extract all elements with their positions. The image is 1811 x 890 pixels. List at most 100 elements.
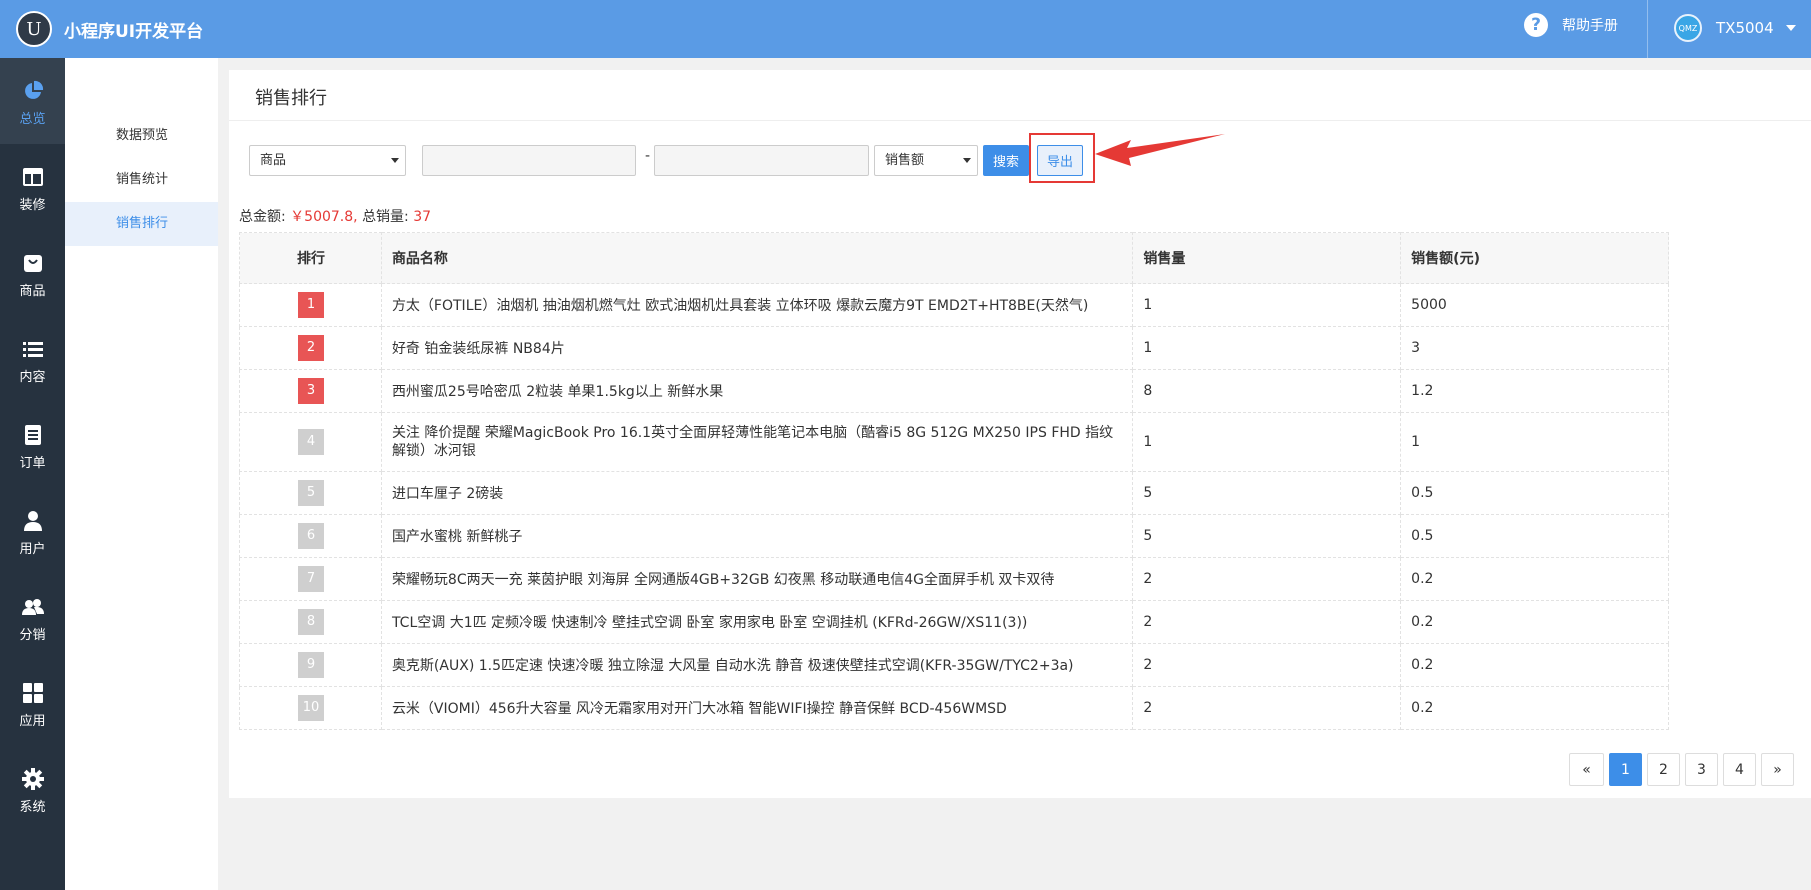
page-button-2[interactable]: 2 — [1647, 753, 1680, 786]
layout-icon — [22, 168, 43, 186]
start-input[interactable] — [422, 145, 636, 176]
product-name: 云米（VIOMI）456升大容量 风冷无霜家用对开门大冰箱 智能WIFI操控 静… — [380, 686, 1134, 730]
sidebar-item-label: 用户 — [19, 542, 46, 557]
table-row: 5 进口车厘子 2磅装 5 0.5 — [239, 471, 1669, 515]
user-icon — [23, 511, 42, 531]
sidebar-item-label: 装修 — [19, 198, 46, 213]
sidebar-item-label: 商品 — [19, 284, 46, 299]
chevron-down-icon — [963, 158, 971, 163]
product-name: TCL空调 大1匹 定频冷暖 快速制冷 壁挂式空调 卧室 家用家电 卧室 空调挂… — [380, 600, 1134, 644]
caret-down-icon — [1785, 25, 1796, 31]
table-row: 8 TCL空调 大1匹 定频冷暖 快速制冷 壁挂式空调 卧室 家用家电 卧室 空… — [239, 600, 1669, 644]
header-quantity: 销售量 — [1132, 232, 1402, 284]
table-row: 1 方太（FOTILE）油烟机 抽油烟机燃气灶 欧式油烟机灶具套装 立体环吸 爆… — [239, 283, 1669, 327]
table-row: 9 奥克斯(AUX) 1.5匹定速 快速冷暖 独立除湿 大风量 自动水洗 静音 … — [239, 643, 1669, 687]
metric-select[interactable]: 销售额 — [874, 145, 978, 176]
rank-badge: 2 — [298, 335, 324, 361]
document-icon — [24, 425, 41, 445]
rank-badge: 1 — [298, 292, 324, 318]
rank-badge: 7 — [298, 566, 324, 592]
sidebar-item-label: 总览 — [19, 112, 46, 127]
sidebar-item-label: 系统 — [19, 800, 46, 815]
amount: 1.2 — [1400, 369, 1669, 413]
sidebar-item-system[interactable]: 系统 — [0, 746, 65, 832]
rank-badge: 5 — [298, 480, 324, 506]
amount: 0.2 — [1400, 643, 1669, 687]
subnav-item-sales-stats[interactable]: 销售统计 — [65, 158, 218, 202]
avatar: QMZ — [1674, 14, 1702, 42]
main-panel: 销售排行 商品 - 销售额 搜索 导出 总金额: ￥5007.8, 总销量: 3… — [229, 70, 1811, 798]
header-amount: 销售额(元) — [1400, 232, 1669, 284]
quantity: 5 — [1132, 514, 1402, 558]
sidebar-item-label: 分销 — [19, 628, 46, 643]
help-link[interactable]: ? 帮助手册 — [1524, 13, 1618, 37]
chevron-down-icon — [391, 158, 399, 163]
amount: 0.2 — [1400, 557, 1669, 601]
sidebar-item-decoration[interactable]: 装修 — [0, 144, 65, 230]
page-button-4[interactable]: 4 — [1723, 753, 1756, 786]
sidebar-item-label: 应用 — [19, 714, 46, 729]
amount: 0.2 — [1400, 600, 1669, 644]
user-menu[interactable]: QMZ TX5004 — [1674, 14, 1796, 42]
ranking-table: 排行 商品名称 销售量 销售额(元) 1 方太（FOTILE）油烟机 抽油烟机燃… — [239, 232, 1669, 730]
table-row: 3 西州蜜瓜25号哈密瓜 2粒装 单果1.5kg以上 新鲜水果 8 1.2 — [239, 369, 1669, 413]
table-row: 2 好奇 铂金装纸尿裤 NB84片 1 3 — [239, 326, 1669, 370]
product-name: 奥克斯(AUX) 1.5匹定速 快速冷暖 独立除湿 大风量 自动水洗 静音 极速… — [380, 643, 1134, 687]
amount: 0.5 — [1400, 471, 1669, 515]
search-button[interactable]: 搜索 — [983, 145, 1029, 176]
page-button-3[interactable]: 3 — [1685, 753, 1718, 786]
logo-glyph: U — [26, 18, 42, 40]
metric-select-value: 销售额 — [885, 153, 925, 168]
rank-badge: 4 — [298, 429, 324, 455]
sidebar-item-content[interactable]: 内容 — [0, 316, 65, 402]
header-product-name: 商品名称 — [380, 232, 1134, 284]
gear-icon — [21, 768, 44, 790]
quantity: 1 — [1132, 283, 1402, 327]
header-rank: 排行 — [239, 232, 382, 284]
header-divider — [1647, 0, 1648, 58]
quantity: 2 — [1132, 686, 1402, 730]
rank-badge: 8 — [298, 609, 324, 635]
bag-icon — [23, 255, 42, 272]
subnav-item-data-preview[interactable]: 数据预览 — [65, 114, 218, 158]
list-icon — [22, 342, 43, 357]
product-name: 关注 降价提醒 荣耀MagicBook Pro 16.1英寸全面屏轻薄性能笔记本… — [380, 412, 1134, 472]
category-select[interactable]: 商品 — [249, 145, 406, 176]
page-button-1[interactable]: 1 — [1609, 753, 1642, 786]
product-name: 方太（FOTILE）油烟机 抽油烟机燃气灶 欧式油烟机灶具套装 立体环吸 爆款云… — [380, 283, 1134, 327]
logo[interactable]: U — [16, 11, 52, 47]
total-qty-value: 37 — [413, 209, 432, 225]
subnav-item-sales-ranking[interactable]: 销售排行 — [65, 202, 218, 246]
page-title: 销售排行 — [255, 88, 327, 109]
quantity: 8 — [1132, 369, 1402, 413]
sidebar-item-orders[interactable]: 订单 — [0, 402, 65, 488]
sidebar-item-overview[interactable]: 总览 — [0, 58, 65, 144]
grid-icon — [22, 683, 43, 703]
page-prev-button[interactable]: « — [1569, 753, 1604, 786]
sidebar-item-label: 内容 — [19, 370, 46, 385]
sidebar-item-products[interactable]: 商品 — [0, 230, 65, 316]
end-input[interactable] — [654, 145, 869, 176]
users-icon — [21, 599, 44, 615]
app-title: 小程序UI开发平台 — [64, 22, 204, 42]
sidebar-item-apps[interactable]: 应用 — [0, 660, 65, 746]
question-circle-icon: ? — [1524, 13, 1548, 37]
product-name: 西州蜜瓜25号哈密瓜 2粒装 单果1.5kg以上 新鲜水果 — [380, 369, 1134, 413]
total-qty-label: 总销量: — [362, 209, 409, 225]
product-name: 国产水蜜桃 新鲜桃子 — [380, 514, 1134, 558]
sidebar-item-users[interactable]: 用户 — [0, 488, 65, 574]
page-next-button[interactable]: » — [1761, 753, 1794, 786]
total-amount-label: 总金额: — [239, 209, 286, 225]
sidebar-item-distribution[interactable]: 分销 — [0, 574, 65, 660]
quantity: 2 — [1132, 600, 1402, 644]
product-name: 荣耀畅玩8C两天一充 莱茵护眼 刘海屏 全网通版4GB+32GB 幻夜黑 移动联… — [380, 557, 1134, 601]
range-separator: - — [645, 148, 651, 164]
user-name: TX5004 — [1716, 19, 1774, 37]
rank-badge: 9 — [298, 652, 324, 678]
table-row: 4 关注 降价提醒 荣耀MagicBook Pro 16.1英寸全面屏轻薄性能笔… — [239, 412, 1669, 472]
help-label: 帮助手册 — [1562, 18, 1618, 34]
rank-badge: 10 — [298, 695, 324, 721]
summary-line: 总金额: ￥5007.8, 总销量: 37 — [239, 206, 431, 226]
amount: 3 — [1400, 326, 1669, 370]
product-name: 好奇 铂金装纸尿裤 NB84片 — [380, 326, 1134, 370]
